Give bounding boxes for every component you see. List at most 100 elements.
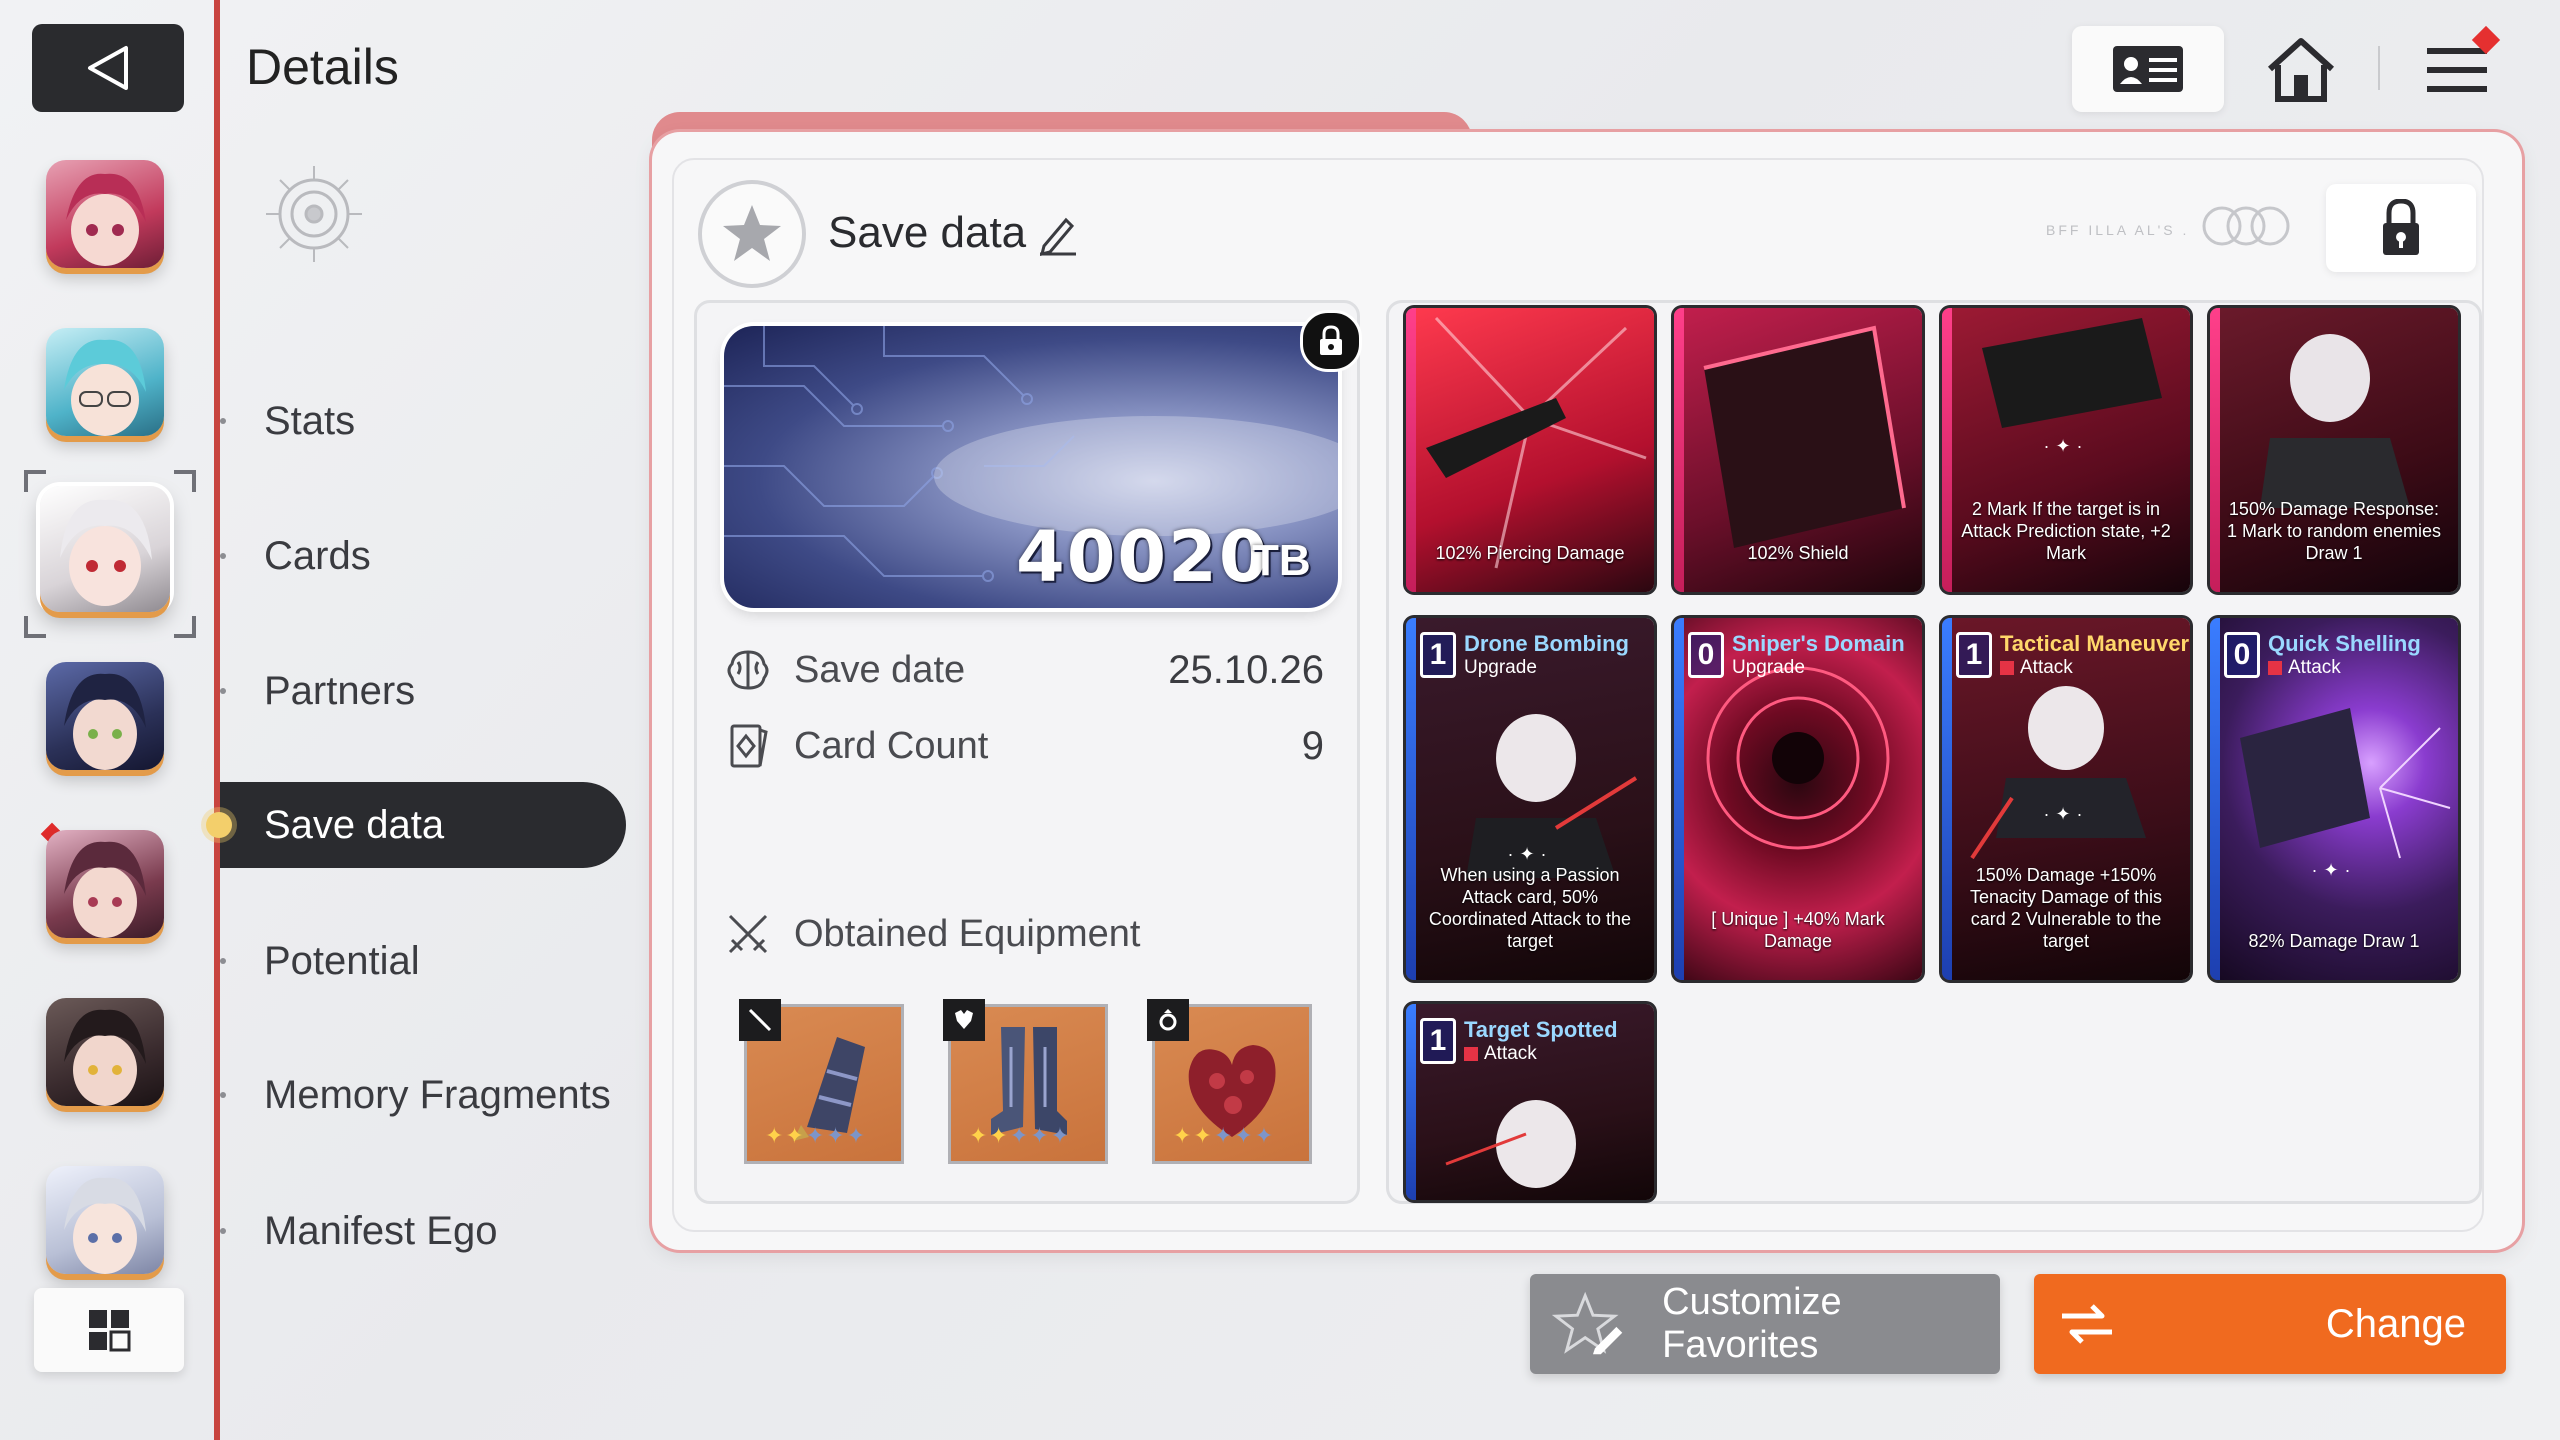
card-count-label: Card Count	[794, 724, 989, 767]
active-indicator-icon	[206, 812, 232, 838]
decorative-code-text: BFF ILLA AL'S .	[2046, 222, 2190, 238]
card-name: Quick Shelling	[2268, 631, 2421, 656]
home-button[interactable]	[2256, 28, 2346, 112]
selection-bracket	[174, 616, 196, 638]
attack-type-icon	[1464, 1046, 1478, 1061]
card-desc: [ Unique ] +40% Mark Damage	[1711, 909, 1885, 951]
nav-item-save-data[interactable]: Save data	[206, 782, 626, 868]
profile-card-button[interactable]	[2072, 26, 2224, 112]
attack-type-icon	[2000, 660, 2014, 675]
character-portrait-7[interactable]	[46, 1166, 164, 1274]
change-button[interactable]: Change	[2034, 1274, 2506, 1374]
equipment-header: Obtained Equipment	[724, 910, 1140, 958]
nav-label: Memory Fragments	[264, 1072, 611, 1117]
character-portrait-5[interactable]	[46, 830, 164, 938]
card-sparkles: ·✦·	[2043, 436, 2089, 456]
star-edit-icon	[1552, 1291, 1623, 1355]
card-cost: 1	[1420, 1018, 1456, 1064]
nav-item-stats[interactable]: Stats	[220, 378, 626, 464]
nav-label: Manifest Ego	[264, 1208, 498, 1253]
nav-label: Cards	[264, 533, 371, 578]
card-cost: 0	[2224, 632, 2260, 678]
card-cost: 1	[1420, 632, 1456, 678]
character-portrait-4[interactable]	[46, 662, 164, 770]
card-count-value: 9	[1301, 723, 1324, 768]
rarity-stars: ✦✦✦✦✦	[969, 1123, 1072, 1148]
deck-card[interactable]: 0 Quick Shelling Attack ·✦· 82% Damage Dr…	[2210, 618, 2458, 980]
card-type: Upgrade	[1464, 657, 1537, 678]
nav-bullet	[220, 1228, 226, 1234]
character-portrait-3[interactable]	[40, 486, 170, 612]
nav-item-cards[interactable]: Cards	[220, 513, 626, 599]
page-title: Details	[246, 39, 399, 95]
rarity-stars: ✦✦✦✦✦	[765, 1123, 868, 1148]
deck-card[interactable]: 102% Piercing Damage	[1406, 308, 1654, 592]
card-type: Attack	[2268, 656, 2421, 680]
storage-lock-icon	[1300, 310, 1362, 372]
character-portrait-2[interactable]	[46, 328, 164, 436]
armor-icon	[943, 999, 985, 1041]
save-date-row: Save date 25.10.26	[724, 640, 1324, 700]
storage-value: 40020	[1016, 516, 1270, 598]
equipment-slot-accessory[interactable]: ✦✦✦✦✦	[1147, 999, 1312, 1164]
back-triangle-icon	[88, 46, 128, 90]
card-name: Target Spotted	[1464, 1017, 1618, 1042]
card-type-label: Attack	[2020, 657, 2073, 678]
equipment-title: Obtained Equipment	[794, 912, 1141, 955]
nav-item-partners[interactable]: Partners	[220, 648, 626, 734]
card-header: 0 Sniper's Domain Upgrade	[1688, 632, 1905, 680]
card-header: 1 Target Spotted Attack	[1420, 1018, 1618, 1066]
nav-label: Partners	[264, 668, 416, 713]
card-cost: 1	[1956, 632, 1992, 678]
character-emblem	[258, 158, 370, 286]
card-name: Tactical Maneuver	[2000, 631, 2190, 656]
nav-bullet	[220, 1092, 226, 1098]
card-type: Attack	[1464, 1042, 1618, 1066]
selection-bracket	[24, 616, 46, 638]
edit-icon[interactable]	[1036, 212, 1080, 257]
card-type-label: Attack	[2288, 657, 2341, 678]
customize-favorites-button[interactable]: Customize Favorites	[1530, 1274, 2000, 1374]
card-desc: 2 Mark If the target is in Attack Predic…	[1961, 499, 2171, 563]
nav-bullet	[220, 553, 226, 559]
brain-icon	[727, 650, 769, 690]
lock-button[interactable]	[2326, 184, 2476, 272]
swap-arrows-icon	[2062, 1304, 2112, 1344]
nav-item-manifest-ego[interactable]: Manifest Ego	[220, 1188, 626, 1274]
deck-card[interactable]: 1 Drone Bombing Upgrade ·✦· When using a …	[1406, 618, 1654, 980]
rings-icon	[2198, 202, 2294, 250]
save-date-value: 25.10.26	[1168, 647, 1324, 692]
deck-card[interactable]: 1 Target Spotted Attack	[1406, 1004, 1654, 1200]
nav-bullet	[220, 958, 226, 964]
card-cost: 0	[1688, 632, 1724, 678]
save-slot-badge	[698, 180, 806, 288]
deck-card[interactable]: 0 Sniper's Domain Upgrade [ Unique ] +40%…	[1674, 618, 1922, 980]
equipment-slot-weapon[interactable]: ✦✦✦✦✦	[739, 999, 904, 1164]
nav-label: Potential	[264, 938, 420, 983]
nav-item-potential[interactable]: Potential	[220, 918, 626, 1004]
customize-favorites-label: Customize Favorites	[1662, 1281, 1842, 1366]
card-header: 1 Tactical Maneuver Attack	[1956, 632, 2189, 680]
character-portrait-1[interactable]	[46, 160, 164, 268]
grid-view-button[interactable]	[34, 1288, 184, 1372]
card-desc: When using a Passion Attack card, 50% Co…	[1428, 865, 1632, 951]
crossed-swords-icon	[728, 914, 768, 954]
nav-bullet	[220, 688, 226, 694]
deck-card[interactable]: ·✦· 2 Mark If the target is in Attack Pr…	[1942, 308, 2190, 592]
card-sparkles: ·✦·	[2043, 804, 2089, 824]
card-sparkles: ·✦·	[1507, 844, 1553, 864]
nav-item-memory-fragments[interactable]: Memory Fragments	[220, 1052, 626, 1138]
deck-card[interactable]: 150% Damage Response: 1 Mark to random e…	[2210, 308, 2458, 592]
selection-bracket	[24, 470, 46, 492]
card-desc: 150% Damage Response: 1 Mark to random e…	[2226, 499, 2442, 563]
deck-card[interactable]: 102% Shield	[1674, 308, 1922, 592]
id-card-icon	[2113, 46, 2183, 92]
card-name: Sniper's Domain	[1732, 631, 1905, 656]
padlock-icon	[2383, 199, 2419, 255]
equipment-slot-armor[interactable]: ✦✦✦✦✦	[943, 999, 1108, 1164]
deck-card[interactable]: 1 Tactical Maneuver Attack ·✦· 150% Damag…	[1942, 618, 2190, 980]
grid-icon	[89, 1310, 131, 1352]
character-portrait-6[interactable]	[46, 998, 164, 1106]
back-button[interactable]	[32, 24, 184, 112]
rarity-stars: ✦✦✦✦✦	[1173, 1123, 1276, 1148]
